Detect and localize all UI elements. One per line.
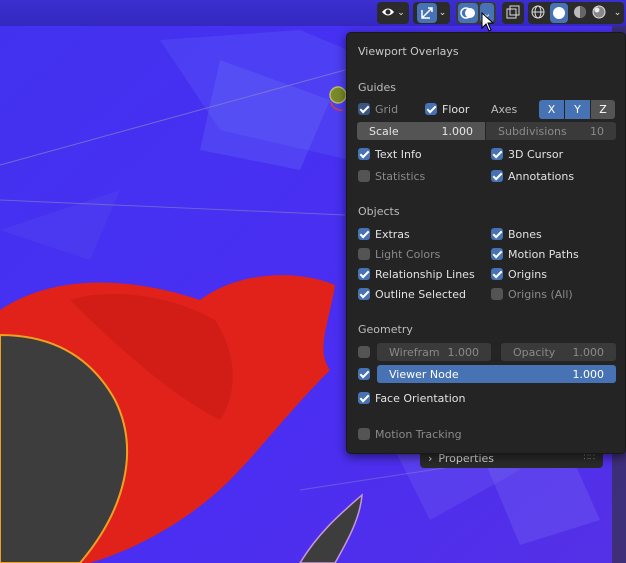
viewer-node-checkbox[interactable]: [358, 366, 375, 382]
wireframe-label: Wirefram: [389, 345, 440, 359]
3d-cursor-label: 3D Cursor: [508, 147, 564, 161]
checkbox-icon: [358, 248, 370, 260]
xray-toggle[interactable]: [502, 2, 524, 24]
face-orientation-label: Face Orientation: [375, 391, 466, 405]
origins-label: Origins: [508, 267, 547, 281]
axis-x-toggle[interactable]: X: [539, 100, 564, 119]
guides-heading: Guides: [358, 81, 397, 94]
checkbox-icon: [425, 103, 437, 115]
scale-field[interactable]: Scale 1.000: [357, 122, 485, 140]
solid-shading-icon[interactable]: [549, 3, 568, 23]
checkbox-icon: [491, 148, 503, 160]
grid-checkbox[interactable]: Grid: [358, 101, 398, 117]
viewer-node-value: 1.000: [572, 367, 605, 381]
text-info-checkbox[interactable]: Text Info: [358, 146, 422, 162]
chevron-down-icon: ⌄: [438, 8, 447, 18]
checkbox-icon: [358, 346, 370, 358]
viewer-node-field[interactable]: Viewer Node 1.000: [377, 365, 616, 383]
drag-handle-icon[interactable]: ∷∷: [584, 453, 595, 463]
viewport-header: ⌄ ⌄ ⌄ ⌄: [0, 0, 626, 26]
checkbox-icon: [358, 103, 370, 115]
origins-all-label: Origins (All): [508, 287, 573, 301]
checkbox-icon: [491, 268, 503, 280]
visibility-dropdown[interactable]: ⌄: [377, 2, 409, 24]
annotations-label: Annotations: [508, 169, 575, 183]
face-orientation-checkbox[interactable]: Face Orientation: [358, 390, 465, 406]
geometry-heading: Geometry: [358, 323, 413, 336]
objects-heading: Objects: [358, 205, 400, 218]
wireframe-checkbox[interactable]: [358, 344, 375, 360]
light-origin-gizmo[interactable]: [329, 86, 347, 104]
chevron-down-icon: ⌄: [397, 8, 405, 18]
rendered-shading-icon[interactable]: [592, 5, 606, 22]
extras-checkbox[interactable]: Extras: [358, 226, 410, 242]
bones-label: Bones: [508, 227, 542, 241]
statistics-checkbox[interactable]: Statistics: [358, 168, 425, 184]
popover-title: Viewport Overlays: [358, 45, 459, 58]
checkbox-icon: [491, 170, 503, 182]
wireframe-shading-icon[interactable]: [531, 5, 545, 22]
motion-paths-label: Motion Paths: [508, 247, 579, 261]
motion-tracking-checkbox[interactable]: Motion Tracking: [358, 426, 462, 442]
checkbox-icon: [358, 392, 370, 404]
origins-checkbox[interactable]: Origins: [491, 266, 547, 282]
motion-paths-checkbox[interactable]: Motion Paths: [491, 246, 579, 262]
checkbox-icon: [358, 428, 370, 440]
axis-y-toggle[interactable]: Y: [565, 100, 590, 119]
light-colors-label: Light Colors: [375, 247, 441, 261]
floor-checkbox[interactable]: Floor: [425, 101, 469, 117]
checkbox-icon: [358, 368, 370, 380]
wireframe-field[interactable]: Wirefram 1.000: [377, 343, 491, 361]
opacity-field[interactable]: Opacity 1.000: [501, 343, 616, 361]
axis-z-toggle[interactable]: Z: [591, 100, 615, 119]
material-shading-icon[interactable]: [573, 5, 587, 22]
checkbox-icon: [358, 288, 370, 300]
chevron-down-icon[interactable]: ⌄: [614, 8, 622, 18]
floor-label: Floor: [442, 102, 470, 116]
xray-icon: [506, 5, 520, 22]
subdivisions-field[interactable]: Subdivisions 10: [486, 122, 616, 140]
scale-value: 1.000: [441, 124, 474, 138]
grid-label: Grid: [375, 102, 399, 116]
origins-all-checkbox[interactable]: Origins (All): [491, 286, 573, 302]
viewport-overlays-popover: Viewport Overlays Guides Grid Floor Axes…: [346, 32, 626, 454]
axes-label-text: Axes: [491, 102, 518, 116]
subdivisions-label: Subdivisions: [498, 124, 567, 138]
annotations-checkbox[interactable]: Annotations: [491, 168, 574, 184]
outline-selected-label: Outline Selected: [375, 287, 466, 301]
checkbox-icon: [358, 228, 370, 240]
eye-icon: [381, 6, 395, 21]
bones-checkbox[interactable]: Bones: [491, 226, 542, 242]
gizmo-arrows-icon: [416, 3, 437, 23]
checkbox-icon: [491, 288, 503, 300]
opacity-label: Opacity: [513, 345, 556, 359]
shading-modes[interactable]: ⌄: [528, 2, 624, 24]
relationship-lines-checkbox[interactable]: Relationship Lines: [358, 266, 475, 282]
text-info-label: Text Info: [375, 147, 422, 161]
motion-tracking-label: Motion Tracking: [375, 427, 462, 441]
gizmo-dropdown[interactable]: ⌄: [413, 2, 450, 24]
opacity-value: 1.000: [572, 345, 605, 359]
scale-label: Scale: [369, 124, 399, 138]
light-colors-checkbox[interactable]: Light Colors: [358, 246, 440, 262]
checkbox-icon: [358, 148, 370, 160]
outline-selected-checkbox[interactable]: Outline Selected: [358, 286, 466, 302]
wireframe-value: 1.000: [447, 345, 480, 359]
overlays-circles-icon: [458, 3, 478, 23]
checkbox-icon: [491, 248, 503, 260]
checkbox-icon: [358, 170, 370, 182]
statistics-label: Statistics: [375, 169, 426, 183]
relationship-lines-label: Relationship Lines: [375, 267, 475, 281]
checkbox-icon: [358, 268, 370, 280]
checkbox-icon: [491, 228, 503, 240]
3d-cursor-checkbox[interactable]: 3D Cursor: [491, 146, 563, 162]
axes-label: Axes: [491, 101, 517, 117]
extras-label: Extras: [375, 227, 410, 241]
viewer-node-label: Viewer Node: [389, 367, 459, 381]
subdivisions-value: 10: [590, 124, 604, 138]
